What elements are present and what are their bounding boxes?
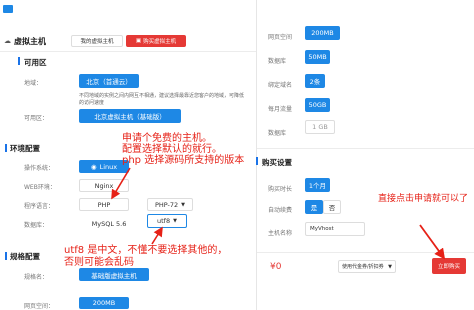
arrow-to-buy [419,224,446,260]
arrow-to-language [111,167,131,200]
arrow-to-charset [151,226,163,245]
annotation-arrows [111,167,446,260]
